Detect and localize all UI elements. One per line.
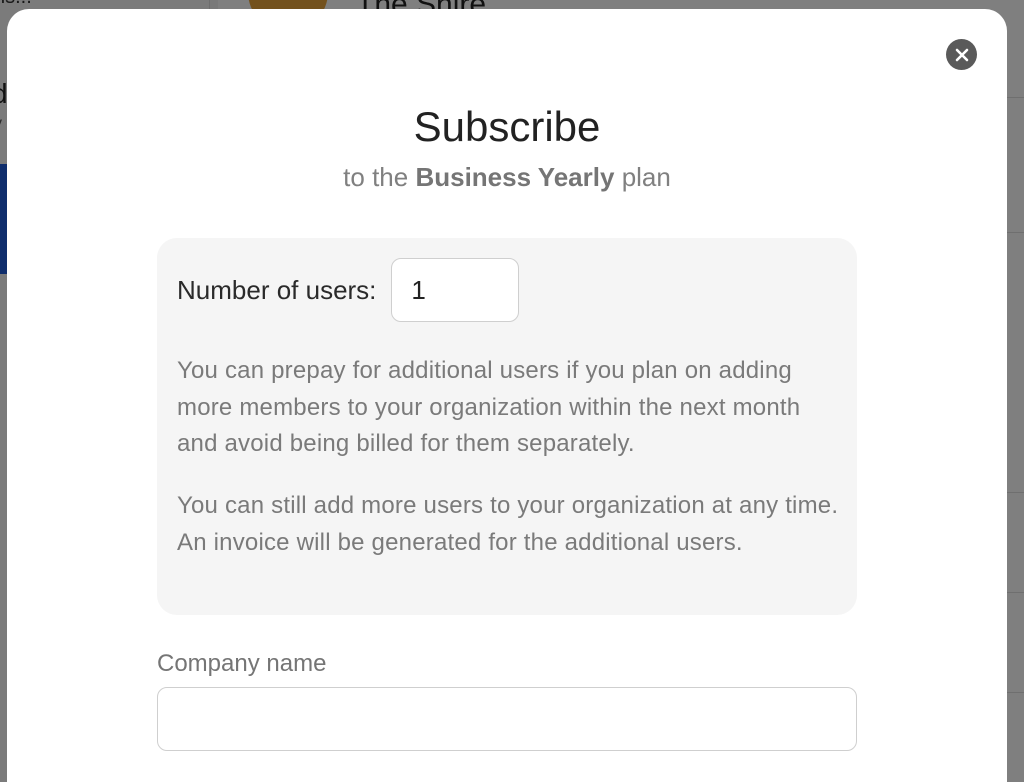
close-x-icon bbox=[955, 48, 968, 61]
users-info-box: Number of users: You can prepay for addi… bbox=[157, 238, 857, 615]
number-of-users-input[interactable] bbox=[391, 258, 520, 322]
prepay-info-text: You can prepay for additional users if y… bbox=[177, 357, 801, 457]
plan-name: Business Yearly bbox=[415, 162, 615, 192]
company-name-label: Company name bbox=[157, 650, 327, 677]
subtitle-prefix: to the bbox=[343, 162, 409, 192]
close-button[interactable] bbox=[946, 39, 977, 70]
number-of-users-label: Number of users: bbox=[177, 274, 377, 305]
modal-subtitle: to the Business Yearly plan bbox=[7, 162, 1007, 193]
company-name-input[interactable] bbox=[157, 687, 857, 751]
invoice-info-text: You can still add more users to your org… bbox=[177, 492, 839, 556]
subtitle-suffix: plan bbox=[621, 162, 671, 192]
subscribe-modal: Subscribe to the Business Yearly plan Nu… bbox=[7, 9, 1007, 782]
users-row: Number of users: bbox=[177, 258, 520, 322]
modal-title: Subscribe bbox=[413, 103, 601, 150]
